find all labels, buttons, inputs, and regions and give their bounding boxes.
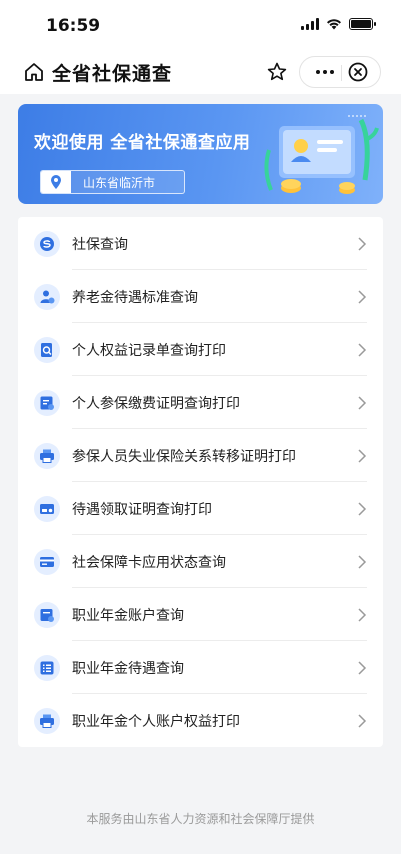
chevron-right-icon (358, 661, 367, 675)
chevron-right-icon (358, 237, 367, 251)
menu-item-benefit-certificate[interactable]: 待遇领取证明查询打印 (18, 482, 383, 535)
chevron-right-icon (358, 449, 367, 463)
chevron-right-icon (358, 555, 367, 569)
menu-item-pension-standard-query[interactable]: 养老金待遇标准查询 (18, 270, 383, 323)
more-icon[interactable] (310, 57, 340, 87)
menu-item-unemployment-transfer[interactable]: 参保人员失业保险关系转移证明打印 (18, 429, 383, 482)
menu-item-label: 职业年金账户查询 (72, 608, 184, 624)
chevron-right-icon (358, 396, 367, 410)
payment-certificate-icon (40, 396, 54, 410)
chevron-right-icon (358, 502, 367, 516)
menu-item-annuity-benefit[interactable]: 职业年金待遇查询 (18, 641, 383, 694)
menu-item-annuity-rights-print[interactable]: 职业年金个人账户权益打印 (18, 694, 383, 747)
menu-item-label: 参保人员失业保险关系转移证明打印 (72, 449, 296, 465)
signal-icon (301, 18, 319, 30)
menu-item-payment-certificate[interactable]: 个人参保缴费证明查询打印 (18, 376, 383, 429)
chevron-right-icon (358, 290, 367, 304)
menu-item-label: 职业年金个人账户权益打印 (72, 714, 240, 730)
menu-item-label: 待遇领取证明查询打印 (72, 502, 212, 518)
status-time: 16:59 (46, 16, 101, 36)
chevron-right-icon (358, 343, 367, 357)
main-content: 欢迎使用 全省社保通查应用 山东省临沂市 社保查询 养老金待遇标准查询 个人权益… (0, 94, 401, 854)
menu-item-label: 社会保障卡应用状态查询 (72, 555, 226, 571)
printer-icon (40, 449, 54, 463)
social-security-card-illustration (264, 115, 379, 194)
menu-item-label: 个人参保缴费证明查询打印 (72, 396, 240, 412)
card-icon (40, 557, 54, 567)
annuity-account-icon (40, 609, 54, 622)
welcome-banner: 欢迎使用 全省社保通查应用 山东省临沂市 (18, 104, 383, 204)
pension-user-icon (40, 290, 55, 304)
location-label: 山东省临沂市 (83, 176, 156, 190)
printer-icon (40, 714, 54, 728)
page-title: 全省社保通查 (52, 63, 173, 85)
mini-program-capsule (299, 56, 381, 88)
menu-item-personal-rights-record[interactable]: 个人权益记录单查询打印 (18, 323, 383, 376)
menu-item-label: 社保查询 (72, 237, 128, 253)
battery-icon (349, 18, 376, 30)
status-indicators (301, 18, 376, 30)
menu-item-label: 个人权益记录单查询打印 (72, 343, 226, 359)
service-list: 社保查询 养老金待遇标准查询 个人权益记录单查询打印 个人参保缴费证明查询打印 … (18, 217, 383, 747)
record-search-icon (41, 343, 52, 357)
annuity-list-icon (40, 661, 54, 675)
benefit-card-icon (40, 504, 54, 514)
banner-title: 欢迎使用 全省社保通查应用 (34, 133, 251, 153)
nav-bar: 全省社保通查 (0, 50, 401, 94)
location-pin-icon (51, 175, 61, 189)
footer-provider-text: 本服务由山东省人力资源和社会保障厅提供 (86, 812, 315, 826)
social-security-icon (40, 237, 54, 251)
menu-item-ss-card-status[interactable]: 社会保障卡应用状态查询 (18, 535, 383, 588)
menu-item-label: 养老金待遇标准查询 (72, 290, 198, 306)
close-icon[interactable] (347, 61, 369, 83)
star-icon[interactable] (265, 60, 289, 84)
menu-item-label: 职业年金待遇查询 (72, 661, 184, 677)
menu-item-social-security-query[interactable]: 社保查询 (18, 217, 383, 270)
location-selector[interactable]: 山东省临沂市 (40, 170, 185, 194)
chevron-right-icon (358, 608, 367, 622)
menu-item-annuity-account[interactable]: 职业年金账户查询 (18, 588, 383, 641)
chevron-right-icon (358, 714, 367, 728)
status-bar: 16:59 (0, 0, 401, 50)
wifi-icon (327, 19, 341, 30)
home-icon[interactable] (23, 61, 45, 83)
